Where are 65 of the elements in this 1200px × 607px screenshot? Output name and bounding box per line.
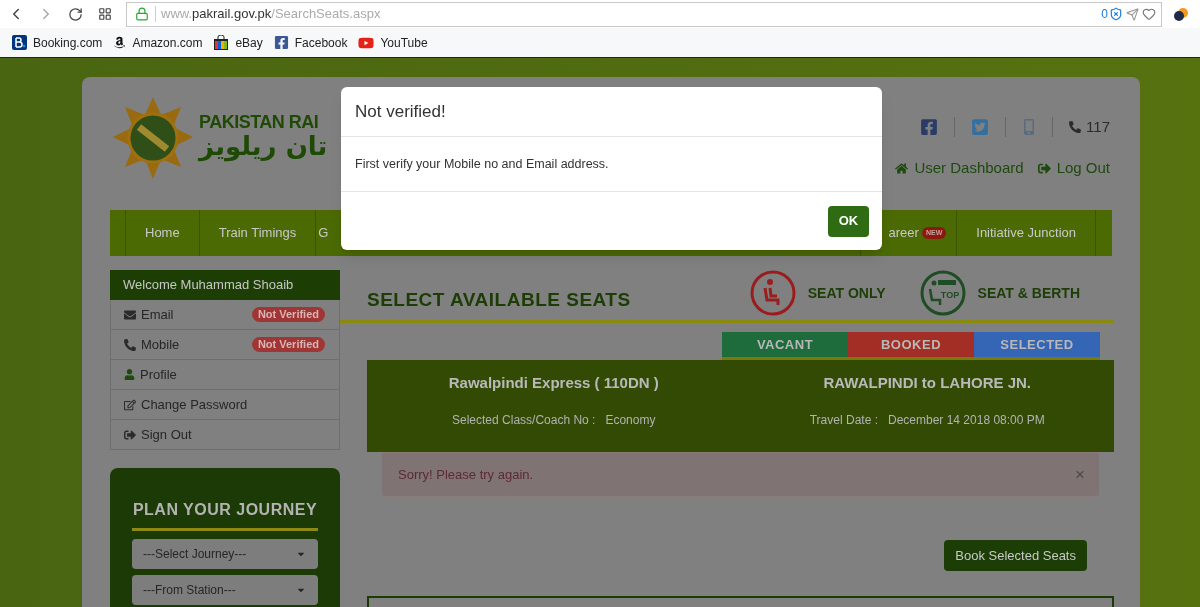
sidebar-item[interactable]: Sign Out — [110, 420, 340, 450]
tabs-grid-button[interactable] — [98, 7, 112, 21]
welcome-header: Welcome Muhammad Shoaib — [110, 270, 340, 300]
book-seats-button[interactable]: Book Selected Seats — [944, 540, 1087, 571]
bookmark-link[interactable]: Amazon.com — [113, 33, 203, 52]
emblem-logo-icon — [113, 97, 193, 179]
phone-icon — [124, 338, 136, 351]
route-text: RAWALPINDI to LAHORE JN. — [823, 373, 1031, 393]
legend-item: VACANT — [722, 332, 848, 360]
nav-item[interactable]: Initiative Junction — [956, 210, 1095, 256]
train-name: Rawalpindi Express ( 110DN ) — [448, 373, 659, 393]
helpline-number: 117 — [1086, 116, 1110, 137]
extension-logo-icon[interactable] — [1173, 6, 1189, 22]
legend-item: BOOKED — [848, 332, 974, 360]
journey-title: PLAN YOUR JOURNEY — [132, 500, 318, 520]
nav-item[interactable]: Home — [125, 210, 199, 256]
home-icon — [895, 161, 909, 175]
reload-button[interactable] — [68, 6, 83, 22]
phone-icon — [1069, 121, 1082, 133]
seat-berth-icon: TOP — [919, 270, 966, 316]
sidebar-item[interactable]: Profile — [110, 360, 340, 390]
facebook-logo-icon — [273, 35, 289, 50]
bookmark-link[interactable]: eBay — [213, 33, 263, 52]
shopping-bag-icon — [213, 35, 230, 50]
alert-message: Sorry! Please try again. — [398, 465, 534, 484]
seat-type-label: SEAT & BERTH — [977, 283, 1080, 303]
edit-icon — [124, 398, 136, 411]
header-link[interactable]: User Dashboard — [895, 157, 1024, 180]
modal-title: Not verified! — [355, 100, 446, 123]
class-info: Selected Class/Coach No : Economy — [452, 411, 656, 429]
select-dropdown[interactable]: ---Select Journey--- — [132, 539, 318, 569]
section-title: SELECT AVAILABLE SEATS — [366, 287, 631, 312]
amazon-logo-icon — [113, 36, 127, 49]
bookmark-link[interactable]: Facebook — [273, 33, 348, 52]
booking-logo-icon — [12, 35, 27, 50]
sign-out-icon — [124, 428, 136, 441]
ok-button[interactable]: OK — [828, 205, 869, 237]
envelope-icon — [124, 308, 136, 321]
sign-out-icon — [1037, 161, 1051, 175]
select-dropdown[interactable]: ---From Station--- — [132, 575, 318, 605]
modal-message: First verify your Mobile no and Email address. — [355, 155, 609, 173]
not-verified-badge: Not Verified — [251, 337, 325, 352]
seat-icon — [749, 270, 796, 316]
lock-icon — [135, 7, 149, 21]
logo-title: PAKISTAN RAI — [199, 113, 320, 131]
blocked-count: 0 — [1101, 6, 1108, 23]
send-icon[interactable] — [1126, 7, 1139, 21]
url-text: www.pakrail.gov.pk/SearchSeats.aspx — [161, 5, 381, 24]
travel-date: Travel Date : December 14 2018 08:00 PM — [809, 411, 1045, 429]
shield-icon[interactable] — [1109, 7, 1123, 21]
heart-icon[interactable] — [1142, 7, 1156, 21]
sidebar-item[interactable]: Mobile Not Verified — [110, 330, 340, 360]
header-link[interactable]: Log Out — [1037, 157, 1110, 180]
sidebar-item[interactable]: Email Not Verified — [110, 300, 340, 330]
address-bar[interactable]: www.pakrail.gov.pk/SearchSeats.aspx 0 — [126, 1, 1162, 27]
bookmark-link[interactable]: Booking.com — [12, 33, 103, 52]
seat-type-label: SEAT ONLY — [807, 283, 886, 303]
facebook-icon[interactable] — [920, 118, 939, 136]
close-button[interactable]: × — [1075, 461, 1085, 488]
bookmark-link[interactable]: YouTube — [358, 33, 428, 52]
not-verified-badge: Not Verified — [251, 307, 325, 322]
sidebar-item[interactable]: Change Password — [110, 390, 340, 420]
nav-item[interactable]: Train Timings — [198, 210, 316, 256]
legend-item: SELECTED — [974, 332, 1100, 360]
user-icon — [124, 369, 135, 380]
